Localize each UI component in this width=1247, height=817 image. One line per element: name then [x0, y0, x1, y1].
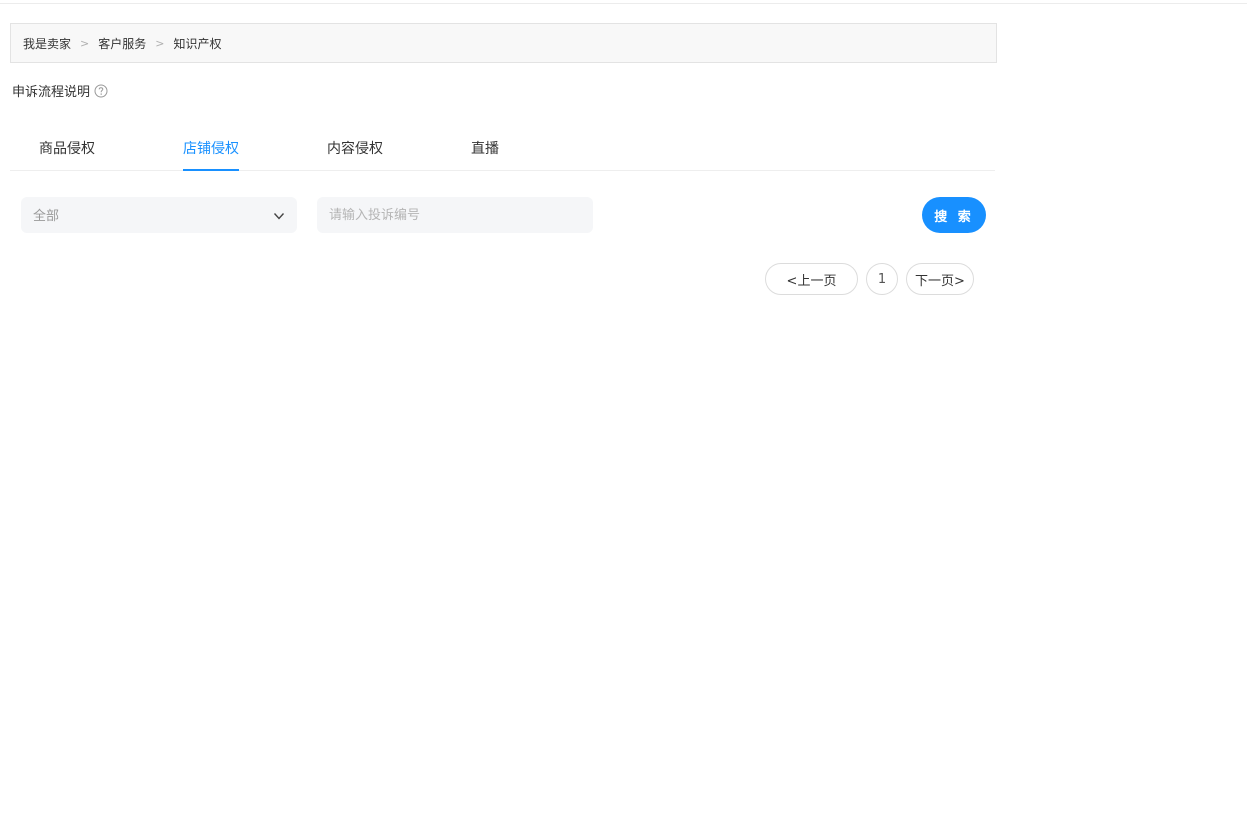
tab-product-infringement[interactable]: 商品侵权	[39, 138, 95, 169]
type-select-value: 全部	[33, 209, 60, 224]
prev-page-button[interactable]: <上一页	[765, 263, 858, 295]
tab-store-infringement[interactable]: 店铺侵权	[183, 138, 239, 171]
complaint-number-input[interactable]	[317, 197, 593, 233]
chevron-down-icon	[272, 208, 286, 222]
breadcrumb-item-seller[interactable]: 我是卖家	[23, 35, 71, 52]
tab-bar: 商品侵权 店铺侵权 内容侵权 直播	[10, 126, 995, 171]
type-select[interactable]: 全部	[21, 197, 297, 233]
appeal-process-label: 申诉流程说明	[12, 85, 91, 100]
top-divider	[0, 0, 1247, 4]
breadcrumb-item-customer-service[interactable]: 客户服务	[98, 35, 146, 52]
page-number-button[interactable]: 1	[866, 263, 898, 295]
breadcrumb: 我是卖家 > 客户服务 > 知识产权	[10, 23, 997, 63]
tab-live-stream[interactable]: 直播	[471, 138, 499, 169]
question-circle-icon[interactable]	[94, 84, 108, 98]
breadcrumb-item-ip: 知识产权	[173, 36, 222, 51]
next-page-button[interactable]: 下一页>	[906, 263, 974, 295]
breadcrumb-separator: >	[80, 36, 90, 50]
tab-content-infringement[interactable]: 内容侵权	[327, 138, 383, 169]
breadcrumb-separator: >	[155, 36, 165, 50]
search-button[interactable]: 搜 索	[922, 197, 986, 233]
appeal-process-link[interactable]: 申诉流程说明	[12, 81, 108, 100]
